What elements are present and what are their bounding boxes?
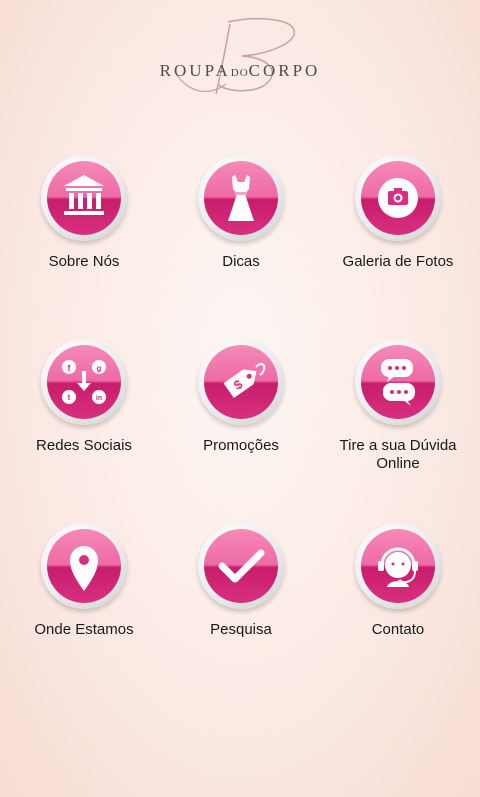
social-network-icon: f g t in — [62, 360, 106, 404]
menu-item-promocoes[interactable]: $ Promoções — [161, 339, 321, 455]
menu-badge — [41, 523, 127, 609]
camera-icon — [378, 178, 418, 218]
menu-item-label: Promoções — [203, 437, 279, 454]
chat-bubbles-icon — [381, 359, 415, 406]
svg-text:g: g — [97, 364, 102, 373]
menu-badge — [41, 155, 127, 241]
headset-icon — [378, 547, 418, 587]
menu-grid: Sobre Nós Dicas Galeria de Fotos f g t i… — [0, 0, 480, 797]
svg-text:t: t — [68, 393, 71, 402]
menu-item-galeria-de-fotos[interactable]: Galeria de Fotos — [318, 155, 478, 271]
menu-item-label: Pesquisa — [210, 621, 272, 638]
price-tag-icon: $ — [223, 363, 266, 398]
menu-item-sobre-nos[interactable]: Sobre Nós — [4, 155, 164, 271]
menu-item-pesquisa[interactable]: Pesquisa — [161, 523, 321, 639]
checkmark-icon — [218, 549, 265, 583]
menu-badge — [198, 523, 284, 609]
menu-badge — [355, 339, 441, 425]
building-icon — [64, 175, 104, 215]
menu-item-label: Redes Sociais — [36, 437, 132, 454]
menu-item-label: Tire a sua Dúvida Online — [339, 437, 457, 472]
menu-badge: $ — [198, 339, 284, 425]
dress-icon — [228, 175, 254, 221]
menu-badge — [355, 155, 441, 241]
menu-item-tire-duvida[interactable]: Tire a sua Dúvida Online — [318, 339, 478, 473]
menu-item-contato[interactable]: Contato — [318, 523, 478, 639]
menu-item-dicas[interactable]: Dicas — [161, 155, 321, 271]
menu-item-onde-estamos[interactable]: Onde Estamos — [4, 523, 164, 639]
menu-badge: f g t in — [41, 339, 127, 425]
svg-text:in: in — [96, 395, 102, 402]
menu-badge — [198, 155, 284, 241]
map-pin-icon — [70, 546, 98, 591]
menu-item-label: Onde Estamos — [34, 621, 134, 638]
menu-item-label: Dicas — [222, 253, 260, 270]
menu-item-redes-sociais[interactable]: f g t in Redes Sociais — [4, 339, 164, 455]
menu-item-label: Sobre Nós — [48, 253, 120, 270]
menu-item-label: Galeria de Fotos — [342, 253, 454, 270]
menu-item-label: Contato — [371, 621, 425, 638]
menu-badge — [355, 523, 441, 609]
